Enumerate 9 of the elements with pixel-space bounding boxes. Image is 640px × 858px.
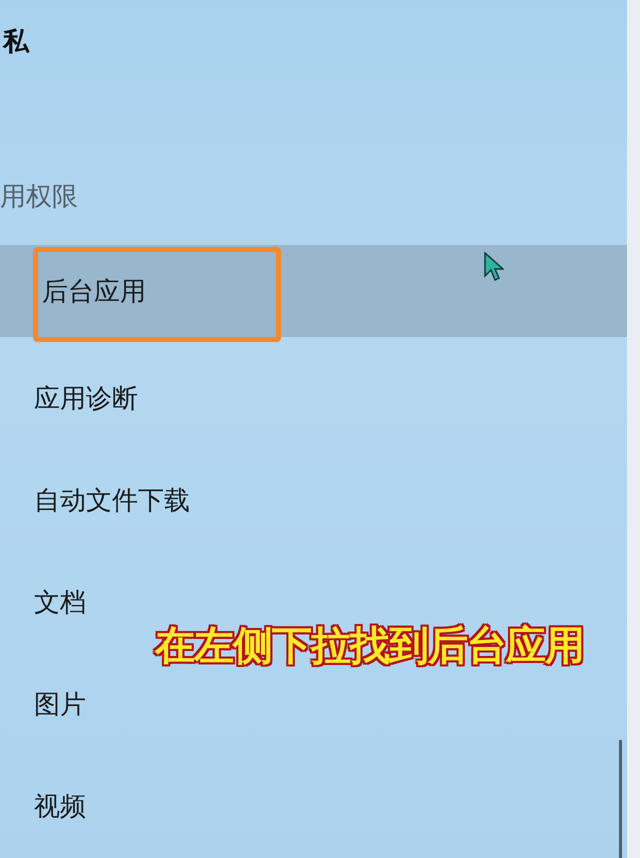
- sidebar-item[interactable]: 应用诊断: [0, 347, 138, 450]
- sidebar-item[interactable]: 视频: [0, 756, 86, 858]
- page-title: 私: [1, 27, 29, 57]
- section-header: 用权限: [0, 180, 78, 214]
- sidebar-item[interactable]: 文档: [0, 552, 86, 654]
- video-caption: 在左侧下拉找到后台应用: [155, 622, 584, 671]
- sidebar-item[interactable]: 自动文件下载: [0, 449, 190, 552]
- cursor-icon: [484, 252, 504, 282]
- sidebar-item[interactable]: 图片: [0, 654, 86, 756]
